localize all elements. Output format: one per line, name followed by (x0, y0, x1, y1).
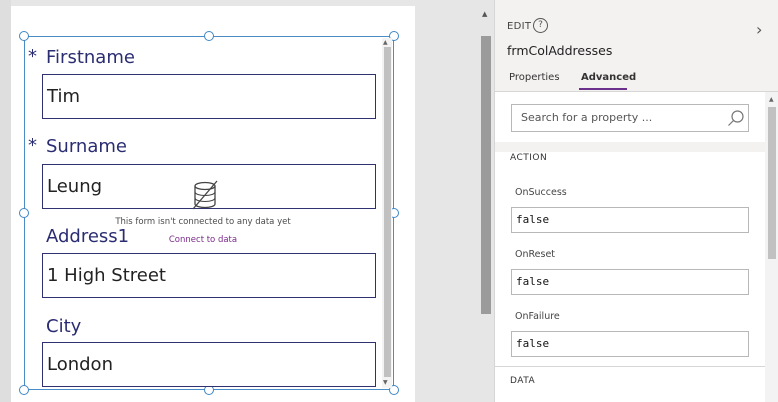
database-disconnected-icon (192, 180, 218, 210)
resize-handle-bottom-left[interactable] (19, 385, 29, 395)
canvas-area: * Firstname Tim * Surname Leung Address1… (0, 0, 478, 402)
onsuccess-formula-input[interactable]: false (511, 207, 749, 233)
chevron-right-icon[interactable]: › (756, 20, 762, 39)
property-label-onsuccess: OnSuccess (515, 187, 567, 198)
form-screen: * Firstname Tim * Surname Leung Address1… (11, 6, 415, 402)
connect-to-data-link[interactable]: Connect to data (95, 235, 311, 245)
field-label-surname: Surname (46, 136, 127, 157)
section-heading-data: DATA (510, 376, 536, 386)
active-tab-indicator (579, 88, 627, 90)
form-scrollbar-thumb[interactable] (384, 47, 391, 377)
required-marker-surname: * (28, 135, 37, 156)
search-icon[interactable] (727, 109, 745, 127)
edit-label: EDIT (507, 21, 532, 32)
tab-advanced[interactable]: Advanced (581, 72, 636, 83)
onreset-formula-input[interactable]: false (511, 269, 749, 295)
selected-control-name: frmColAddresses (507, 43, 613, 58)
panel-scroll-up-icon[interactable]: ▲ (769, 96, 774, 103)
firstname-input[interactable]: Tim (42, 74, 376, 119)
tab-properties[interactable]: Properties (509, 72, 560, 83)
resize-handle-top-left[interactable] (19, 31, 29, 41)
empty-state-message: This form isn't connected to any data ye… (115, 217, 291, 227)
property-search-input[interactable]: Search for a property ... (511, 104, 749, 132)
canvas-scroll-up-icon[interactable]: ▲ (482, 10, 487, 18)
form-scroll-up-icon[interactable]: ▲ (383, 39, 388, 46)
onfailure-formula-input[interactable]: false (511, 331, 749, 357)
section-separator-line (495, 366, 765, 367)
canvas-scrollbar-thumb[interactable] (481, 36, 491, 314)
form-scroll-down-icon[interactable]: ▼ (383, 379, 388, 386)
properties-panel: EDIT ? frmColAddresses › Properties Adva… (494, 0, 778, 402)
section-separator (495, 142, 765, 152)
city-input[interactable]: London (42, 342, 376, 387)
property-label-onreset: OnReset (515, 249, 556, 260)
section-heading-action: ACTION (510, 153, 548, 163)
address1-input[interactable]: 1 High Street (42, 253, 376, 298)
required-marker-firstname: * (28, 46, 37, 67)
help-icon[interactable]: ? (533, 18, 548, 33)
canvas-left-strip (0, 0, 11, 402)
field-label-firstname: Firstname (46, 47, 135, 68)
property-label-onfailure: OnFailure (515, 311, 560, 322)
panel-scrollbar-thumb[interactable] (768, 107, 776, 259)
resize-handle-top[interactable] (204, 31, 214, 41)
field-label-city: City (46, 316, 82, 337)
panel-body: Search for a property ... ACTION OnSucce… (495, 92, 765, 402)
resize-handle-left[interactable] (19, 208, 29, 218)
